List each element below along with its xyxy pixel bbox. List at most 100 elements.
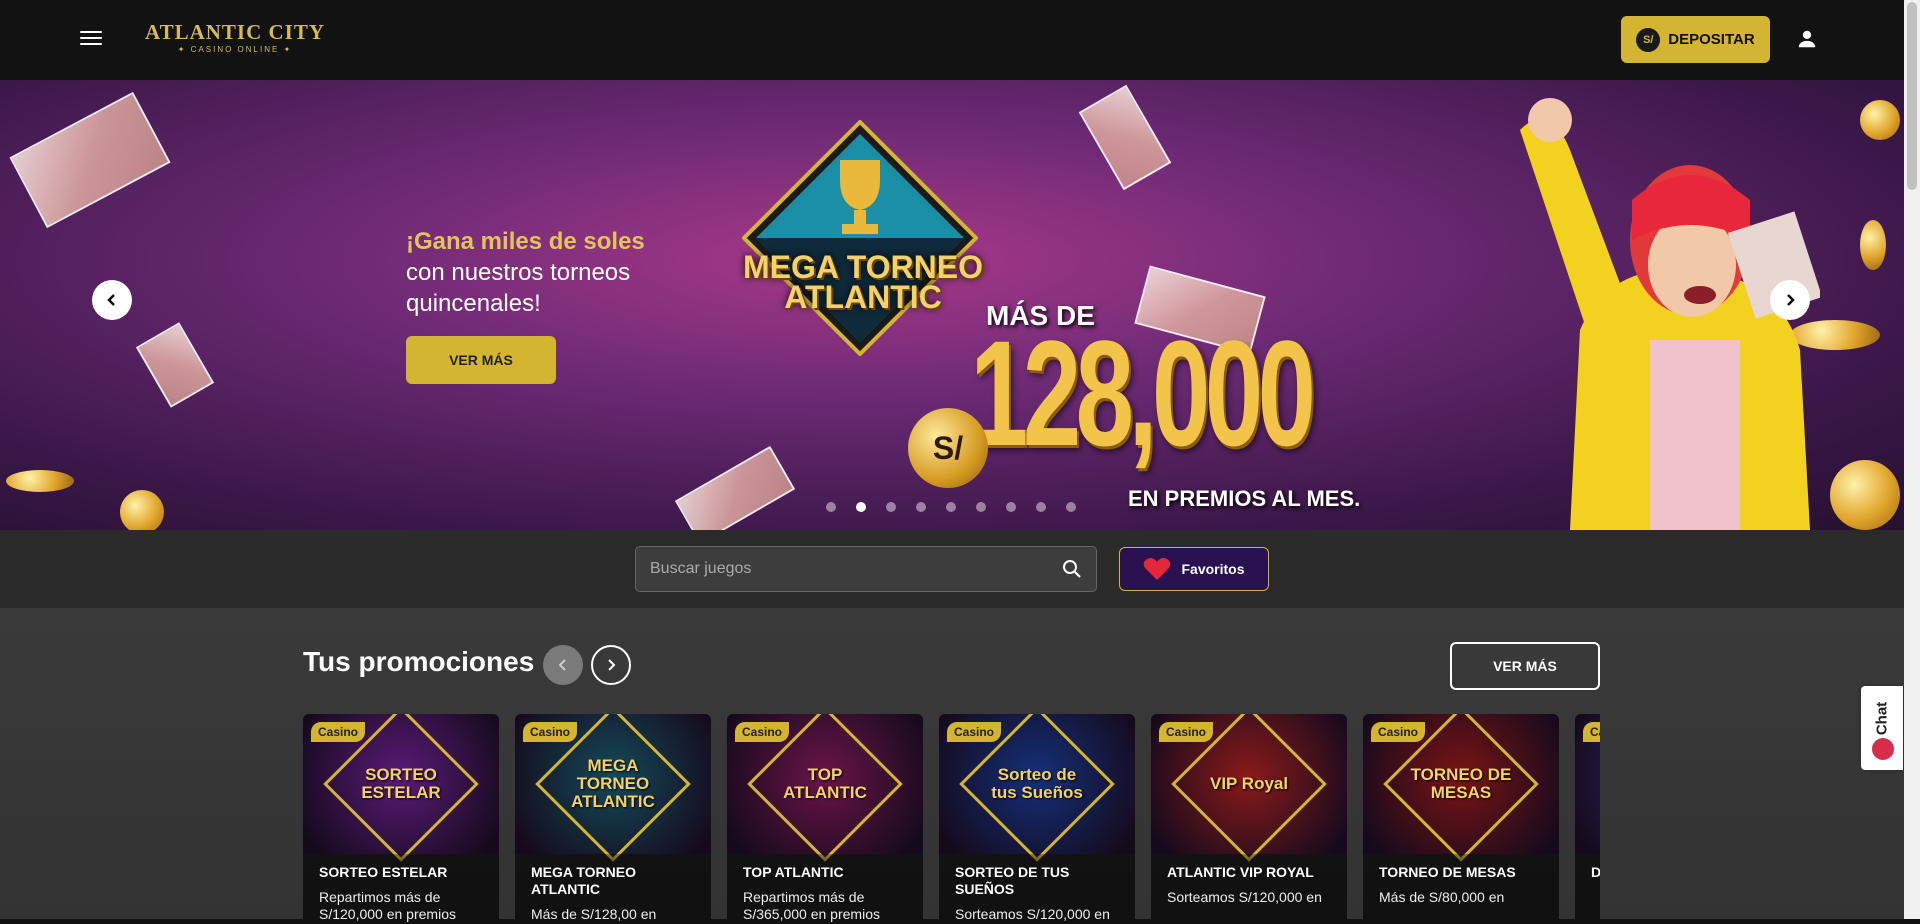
promotion-card-body: TOP ATLANTIC Repartimos más de S/365,000 … bbox=[727, 854, 923, 924]
promotion-card-title: ATLANTIC VIP ROYAL bbox=[1167, 864, 1314, 880]
promotion-card-description: Sorteamos S/120,000 en bbox=[1167, 889, 1322, 905]
carousel-dot[interactable] bbox=[1036, 502, 1046, 512]
mega-torneo-emblem bbox=[742, 120, 978, 356]
promotion-card[interactable]: VIP Royal Casino ATLANTIC VIP ROYAL Sorteam… bbox=[1151, 714, 1347, 924]
hero-headline: ¡Gana miles de soles con nuestros torneo… bbox=[406, 226, 686, 319]
promotion-card-emblem-label: MEGA TORNEO ATLANTIC bbox=[571, 756, 655, 811]
banknote-illustration bbox=[674, 445, 796, 530]
carousel-dot[interactable] bbox=[826, 502, 836, 512]
banner-suffix: EN PREMIOS AL MES. bbox=[1128, 486, 1361, 511]
carousel-dot[interactable] bbox=[886, 502, 896, 512]
search-games-input[interactable] bbox=[650, 560, 1062, 578]
promotion-card-emblem-label: TORNEO DE MESAS bbox=[1410, 765, 1512, 802]
soles-coin-icon: S/ bbox=[1636, 27, 1661, 52]
promotion-card-badge: Casino bbox=[1159, 722, 1214, 742]
carousel-dot[interactable] bbox=[1066, 502, 1076, 512]
promotion-card[interactable]: MEGA TORNEO ATLANTIC Casino MEGA TORNEO AT… bbox=[515, 714, 711, 924]
gold-coin-illustration bbox=[1830, 460, 1900, 530]
carousel-dot-active[interactable] bbox=[856, 502, 866, 512]
promotion-card-title: MEGA TORNEO ATLANTIC bbox=[531, 864, 637, 897]
promotion-card-description: Repartimos más de S/120,000 en premios bbox=[319, 889, 456, 922]
chat-label: Chat bbox=[1873, 701, 1891, 736]
promotions-ver-mas-button[interactable]: VER MÁS bbox=[1450, 642, 1600, 690]
celebrating-woman-illustration bbox=[1520, 98, 1820, 530]
search-bar-section: Favoritos bbox=[0, 530, 1904, 608]
promotion-card-emblem-label: Sorteo de tus Sueños bbox=[991, 765, 1083, 802]
promotion-card-badge: Casino bbox=[1583, 722, 1600, 742]
chevron-right-icon bbox=[1787, 294, 1795, 306]
promotion-card-badge: Casino bbox=[735, 722, 790, 742]
promotion-card[interactable]: TORNEO DE MESAS Casino TORNEO DE MESAS Más … bbox=[1363, 714, 1559, 924]
deposit-button[interactable]: S/ DEPOSITAR bbox=[1621, 16, 1770, 63]
promotion-card-description: Más de S/80,000 en bbox=[1379, 889, 1505, 905]
banner-currency-coin: S/ bbox=[908, 408, 988, 488]
top-header: ATLANTIC CITY ✦ CASINO ONLINE ✦ S/ DEPOS… bbox=[0, 0, 1904, 80]
chevron-right-icon bbox=[608, 659, 616, 671]
promotions-section: Tus promociones VER MÁS SORTEO ESTELAR Ca… bbox=[0, 608, 1904, 924]
hero-ver-mas-button[interactable]: VER MÁS bbox=[406, 336, 556, 384]
promotion-card-title: TORNEO DE MESAS bbox=[1379, 864, 1516, 880]
site-logo[interactable]: ATLANTIC CITY ✦ CASINO ONLINE ✦ bbox=[144, 20, 326, 60]
promotion-card-body: MEGA TORNEO ATLANTIC Más de S/128,00 en bbox=[515, 854, 711, 924]
promotion-card-description: Más de S/128,00 en bbox=[531, 906, 657, 922]
promotions-prev-button[interactable] bbox=[543, 645, 583, 685]
hero-headline-rest: con nuestros torneos quincenales! bbox=[406, 259, 631, 317]
banner-amount: 128,000 bbox=[970, 309, 1316, 477]
logo-sub-text: ✦ CASINO ONLINE ✦ bbox=[177, 45, 293, 54]
logo-main-text: ATLANTIC CITY bbox=[144, 20, 326, 44]
promotion-card-body: TORNEO DE MESAS Más de S/80,000 en bbox=[1363, 854, 1559, 924]
promotion-card-badge: Casino bbox=[1371, 722, 1426, 742]
promotion-card-body: ATLANTIC VIP ROYAL Sorteamos S/120,000 en bbox=[1151, 854, 1347, 924]
banknote-illustration bbox=[1078, 84, 1172, 191]
promotion-card-body: SORTEO DE TUS SUEÑOS Sorteamos S/120,000 … bbox=[939, 854, 1135, 924]
favorites-button[interactable]: Favoritos bbox=[1119, 547, 1269, 591]
promotion-card-body: D bbox=[1575, 854, 1600, 924]
banner-title: MEGA TORNEO ATLANTIC bbox=[742, 249, 983, 315]
promotion-card-title: TOP ATLANTIC bbox=[743, 864, 844, 880]
chat-widget-tab[interactable]: Chat bbox=[1861, 686, 1903, 770]
scrollbar-thumb[interactable] bbox=[1907, 2, 1917, 190]
promotion-card-emblem-label: SORTEO ESTELAR bbox=[361, 765, 441, 802]
promotion-card-description: Repartimos más de S/365,000 en premios bbox=[743, 889, 880, 922]
promotion-card-body: SORTEO ESTELAR Repartimos más de S/120,00… bbox=[303, 854, 499, 924]
promotion-card-emblem-label: TOP ATLANTIC bbox=[783, 765, 867, 802]
carousel-next-button[interactable] bbox=[1770, 280, 1810, 320]
banknote-illustration bbox=[135, 322, 215, 408]
chat-icon bbox=[1872, 738, 1894, 760]
promotion-card-title: SORTEO DE TUS SUEÑOS bbox=[955, 864, 1070, 897]
gold-coin-illustration bbox=[1860, 100, 1900, 140]
promotion-card-title: SORTEO ESTELAR bbox=[319, 864, 448, 880]
promotion-card-badge: Casino bbox=[947, 722, 1002, 742]
carousel-pagination bbox=[826, 502, 1076, 512]
promotion-card[interactable]: Casino D bbox=[1575, 714, 1600, 924]
heart-icon bbox=[1144, 558, 1171, 580]
search-box bbox=[635, 546, 1097, 592]
promotions-next-button[interactable] bbox=[591, 645, 631, 685]
promotion-card-title: D bbox=[1591, 864, 1600, 880]
hero-carousel: MEGA TORNEO ATLANTIC MÁS DE 128,000 S/ E… bbox=[0, 80, 1904, 530]
promotion-card[interactable]: SORTEO ESTELAR Casino SORTEO ESTELAR Repart… bbox=[303, 714, 499, 924]
deposit-label: DEPOSITAR bbox=[1668, 31, 1755, 48]
promotion-card[interactable]: TOP ATLANTIC Casino TOP ATLANTIC Repartimos… bbox=[727, 714, 923, 924]
promotion-card-emblem-label: VIP Royal bbox=[1209, 774, 1289, 793]
promotion-card-badge: Casino bbox=[523, 722, 578, 742]
promotion-card-description: Sorteamos S/120,000 en bbox=[955, 906, 1110, 922]
carousel-dot[interactable] bbox=[946, 502, 956, 512]
carousel-prev-button[interactable] bbox=[92, 280, 132, 320]
user-account-icon[interactable] bbox=[1796, 28, 1818, 50]
hamburger-menu-icon[interactable] bbox=[80, 31, 102, 49]
gold-coin-illustration bbox=[1860, 220, 1886, 270]
search-icon[interactable] bbox=[1062, 559, 1082, 579]
gold-coin-illustration bbox=[120, 490, 164, 530]
chevron-left-icon bbox=[107, 294, 115, 306]
carousel-dot[interactable] bbox=[916, 502, 926, 512]
gold-coin-illustration bbox=[6, 470, 74, 492]
carousel-dot[interactable] bbox=[1006, 502, 1016, 512]
favorites-label: Favoritos bbox=[1181, 561, 1245, 577]
carousel-dot[interactable] bbox=[976, 502, 986, 512]
page-scrollbar[interactable] bbox=[1904, 0, 1920, 919]
chevron-left-icon bbox=[558, 659, 566, 671]
promotion-card[interactable]: Sorteo de tus Sueños Casino SORTEO DE TUS … bbox=[939, 714, 1135, 924]
banknote-illustration bbox=[9, 91, 171, 229]
promotions-title: Tus promociones bbox=[303, 646, 535, 677]
